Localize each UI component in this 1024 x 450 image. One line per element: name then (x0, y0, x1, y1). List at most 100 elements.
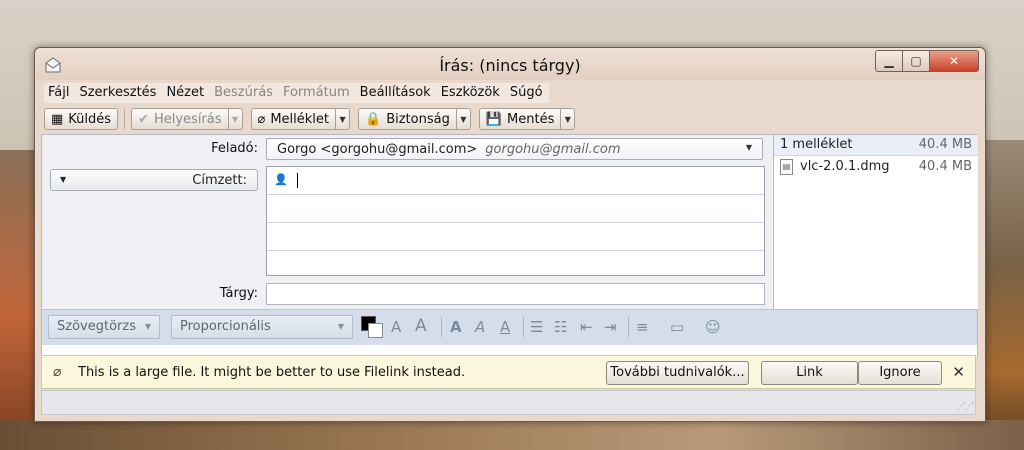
attachment-total-size: 40.4 MB (918, 137, 972, 152)
recipient-type-select[interactable]: ▼ Címzett: (50, 169, 258, 191)
text-color-picker[interactable] (361, 316, 383, 338)
format-toolbar: Szövegtörzs ▼ Proporcionális ▼ A A A A A… (42, 309, 977, 345)
more-info-button[interactable]: További tudnivalók... (606, 361, 749, 385)
attach-button[interactable]: ⌀ Melléklet (250, 108, 337, 130)
format-separator (523, 317, 524, 337)
chevron-down-icon: ▼ (460, 114, 467, 124)
font-smaller-icon[interactable]: A (391, 318, 401, 336)
align-icon[interactable]: ≡ (636, 318, 649, 336)
from-identity: Gorgo <gorgohu@gmail.com> (277, 141, 478, 157)
person-icon: 👤 (274, 173, 288, 186)
font-larger-icon[interactable]: A (415, 316, 427, 336)
close-icon[interactable]: ✕ (952, 363, 965, 381)
indent-icon[interactable]: ⇥ (604, 318, 617, 336)
close-icon: ✕ (948, 54, 960, 68)
toolbar: ▦ Küldés ✔ Helyesírás ▼ ⌀ Melléklet ▼ 🔒 … (44, 107, 583, 131)
recipient-row[interactable] (267, 223, 764, 251)
subject-label: Tárgy: (219, 286, 258, 301)
bullet-list-icon[interactable]: ☰ (530, 318, 543, 336)
spellcheck-dropdown[interactable]: ▼ (228, 108, 243, 130)
filelink-notification: ⌀ This is a large file. It might be bett… (41, 355, 976, 389)
attachment-pane: 1 melléklet 40.4 MB ▤ vlc-2.0.1.dmg 40.4… (773, 135, 978, 309)
status-bar: ⋰⋰ (41, 390, 976, 415)
menu-help[interactable]: Súgó (506, 83, 549, 103)
menu-insert[interactable]: Beszúrás (210, 83, 279, 103)
security-button[interactable]: 🔒 Biztonság (358, 108, 457, 130)
format-separator (628, 317, 629, 337)
attach-label: Melléklet (270, 111, 330, 127)
paperclip-icon: ⌀ (257, 111, 266, 127)
underline-icon[interactable]: A (500, 318, 510, 336)
chevron-down-icon: ▼ (337, 322, 344, 331)
from-select[interactable]: Gorgo <gorgohu@gmail.com> gorgohu@gmail.… (266, 138, 763, 160)
attachment-item[interactable]: ▤ vlc-2.0.1.dmg 40.4 MB (774, 156, 978, 178)
paperclip-icon: ⌀ (53, 364, 62, 380)
spellcheck-label: Helyesírás (153, 111, 222, 127)
menu-edit[interactable]: Szerkesztés (75, 83, 162, 103)
format-separator (441, 317, 442, 337)
paragraph-format-select[interactable]: Szövegtörzs ▼ (48, 315, 160, 339)
maximize-button[interactable]: ▢ (903, 50, 930, 72)
recipient-list[interactable]: 👤 (266, 166, 765, 276)
chevron-down-icon: ▼ (60, 175, 67, 184)
outdent-icon[interactable]: ⇤ (580, 318, 593, 336)
menu-tools[interactable]: Eszközök (437, 83, 506, 103)
minimize-icon: ▁ (884, 54, 894, 68)
attachment-size: 40.4 MB (918, 159, 972, 174)
minimize-button[interactable]: ▁ (875, 50, 903, 72)
attachment-name: vlc-2.0.1.dmg (800, 159, 890, 174)
security-dropdown[interactable]: ▼ (456, 108, 471, 130)
chevron-down-icon: ▼ (745, 143, 752, 152)
title-bar[interactable]: Írás: (nincs tárgy) ▁ ▢ ✕ (35, 48, 985, 80)
security-label: Biztonság (386, 111, 450, 127)
menu-format[interactable]: Formátum (279, 83, 356, 103)
attach-dropdown[interactable]: ▼ (336, 108, 351, 130)
save-button[interactable]: 💾 Mentés (478, 108, 562, 130)
from-label: Feladó: (211, 141, 258, 156)
toolbar-separator (124, 109, 126, 129)
resize-grip-icon[interactable]: ⋰⋰ (957, 402, 974, 412)
subject-input[interactable] (266, 283, 765, 305)
recipient-row[interactable] (267, 251, 764, 278)
close-button[interactable]: ✕ (930, 50, 979, 72)
save-dropdown[interactable]: ▼ (561, 108, 576, 130)
lock-icon: 🔒 (365, 111, 382, 127)
text-cursor (297, 173, 298, 188)
chevron-down-icon: ▼ (231, 114, 239, 124)
menu-file[interactable]: Fájl (44, 83, 75, 103)
chevron-down-icon: ▼ (339, 114, 346, 124)
send-button[interactable]: ▦ Küldés (44, 108, 119, 130)
smiley-icon[interactable]: ☺ (705, 318, 721, 336)
floppy-disk-icon: 💾 (485, 111, 503, 127)
menu-view[interactable]: Nézet (162, 83, 210, 103)
link-button[interactable]: Link (761, 361, 858, 385)
window-title: Írás: (nincs tárgy) (439, 56, 581, 75)
compose-window: Írás: (nincs tárgy) ▁ ▢ ✕ Fájl Szerkeszt… (34, 47, 986, 422)
font-select[interactable]: Proporcionális ▼ (171, 315, 353, 339)
menu-options[interactable]: Beállítások (356, 83, 437, 103)
checkmark-icon: ✔ (138, 111, 149, 127)
chevron-down-icon: ▼ (144, 322, 151, 331)
bold-icon[interactable]: A (450, 318, 462, 336)
attachment-count: 1 melléklet (780, 137, 853, 152)
recipient-type-label: Címzett: (192, 173, 247, 188)
maximize-icon: ▢ (910, 54, 922, 68)
notification-message: This is a large file. It might be better… (78, 365, 466, 380)
font-value: Proporcionális (180, 319, 271, 334)
send-icon: ▦ (51, 111, 64, 127)
send-label: Küldés (68, 111, 112, 127)
spellcheck-button[interactable]: ✔ Helyesírás (131, 108, 229, 130)
italic-icon[interactable]: A (475, 318, 485, 336)
recipient-row[interactable] (267, 195, 764, 223)
file-icon: ▤ (780, 159, 793, 175)
paragraph-format-value: Szövegtörzs (57, 319, 136, 334)
from-account: gorgohu@gmail.com (485, 141, 621, 157)
compose-header: Feladó: Gorgo <gorgohu@gmail.com> gorgoh… (41, 134, 978, 357)
numbered-list-icon[interactable]: ☷ (554, 318, 567, 336)
attachment-header[interactable]: 1 melléklet 40.4 MB (774, 135, 978, 156)
background-color (368, 323, 383, 338)
chevron-down-icon: ▼ (564, 114, 571, 124)
recipient-row[interactable]: 👤 (267, 167, 764, 195)
insert-icon[interactable]: ▭ (670, 318, 684, 336)
ignore-button[interactable]: Ignore (858, 361, 942, 385)
